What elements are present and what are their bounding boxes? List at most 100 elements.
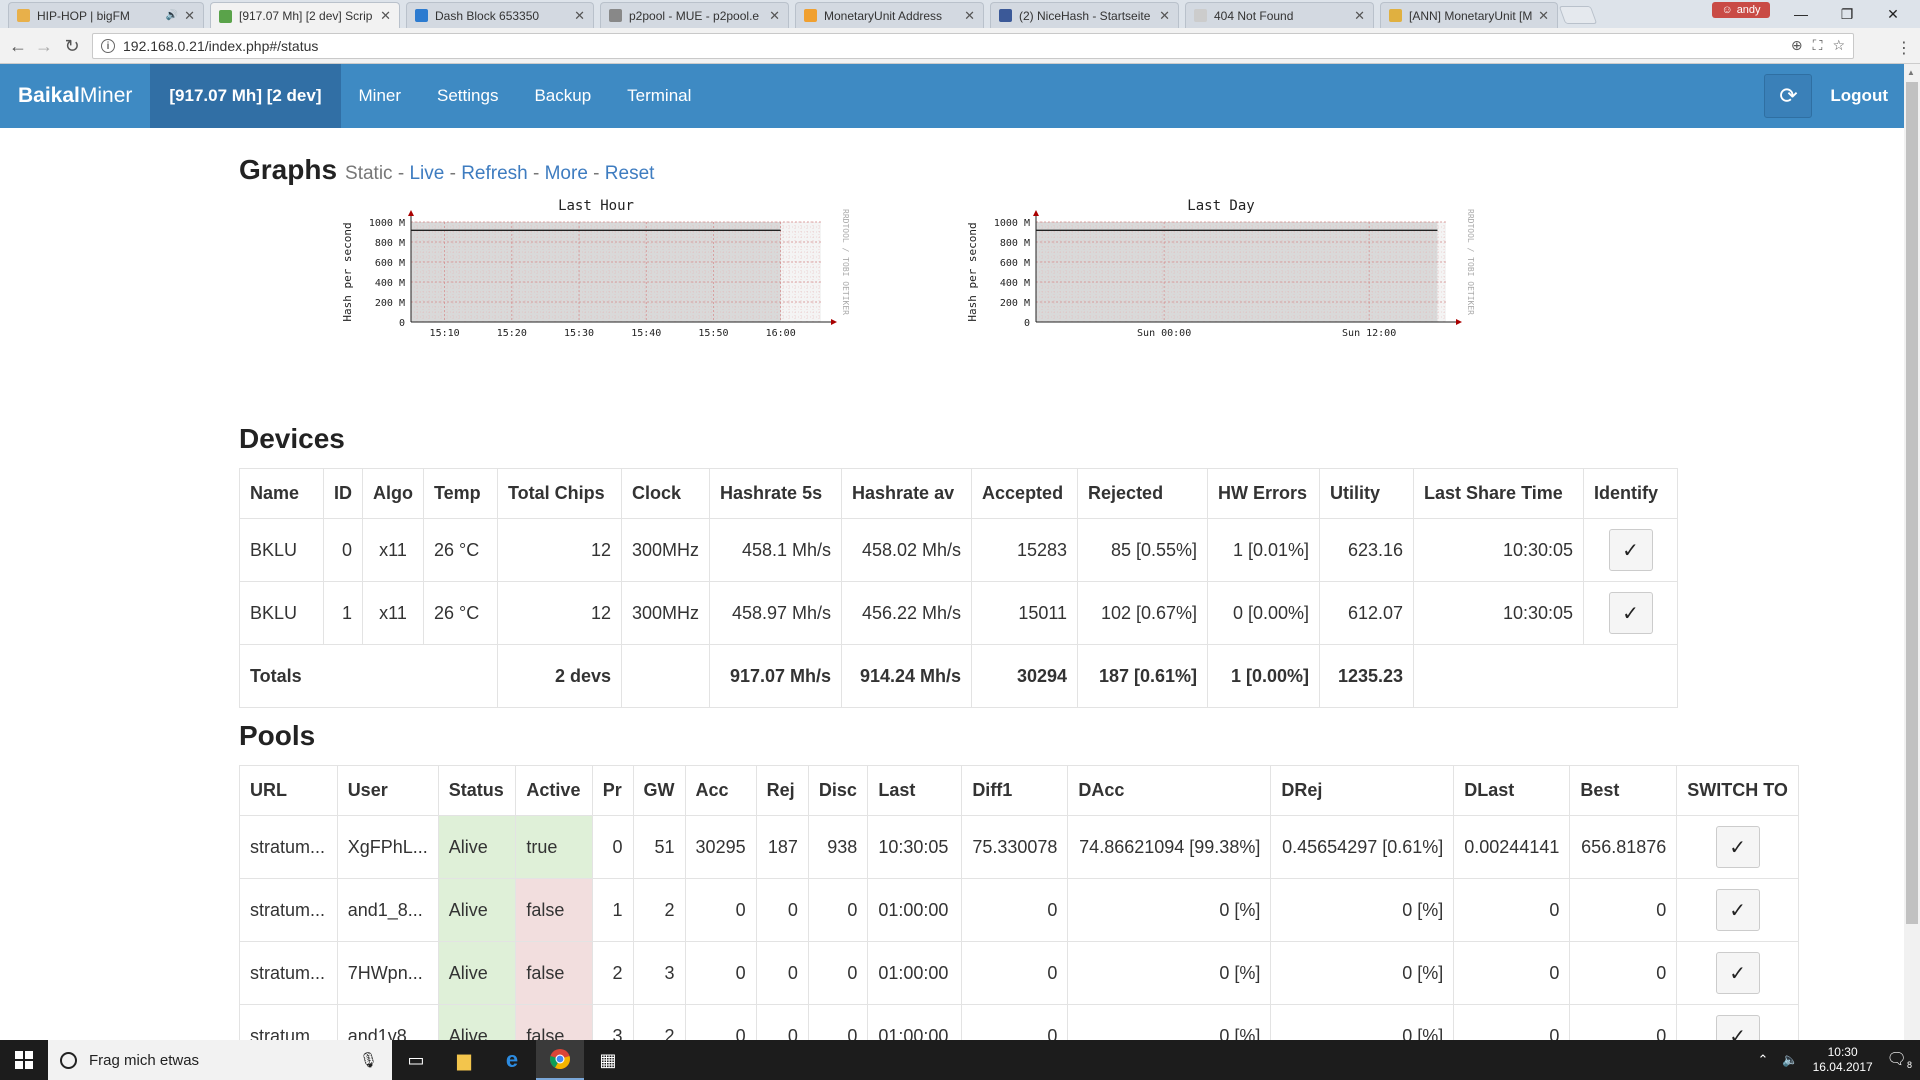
- nav-status[interactable]: [917.07 Mh] [2 dev]: [150, 64, 341, 128]
- pools-header-cell[interactable]: Best: [1569, 765, 1678, 816]
- edge-browser-icon[interactable]: e: [488, 1040, 536, 1080]
- devices-header-cell[interactable]: ID: [323, 468, 363, 519]
- pools-header-cell[interactable]: Pr: [591, 765, 634, 816]
- graph-link-reset[interactable]: Reset: [605, 163, 655, 184]
- task-view-icon[interactable]: ▭: [392, 1040, 440, 1080]
- tab-close-icon[interactable]: ✕: [1538, 8, 1549, 24]
- scrollbar-thumb[interactable]: [1906, 82, 1918, 924]
- translate-icon[interactable]: ⛶: [1813, 37, 1823, 54]
- pools-header-cell[interactable]: Disc: [807, 765, 869, 816]
- page-scrollbar[interactable]: ▲: [1904, 64, 1920, 1040]
- browser-tab[interactable]: MonetaryUnit Address ✕: [795, 2, 984, 28]
- pools-header-cell[interactable]: Last: [867, 765, 963, 816]
- devices-header-cell[interactable]: Identify: [1583, 468, 1679, 519]
- devices-header-cell[interactable]: Hashrate av: [841, 468, 973, 519]
- maximize-icon[interactable]: ❐: [1824, 0, 1870, 28]
- cortana-search-input[interactable]: Frag mich etwas 🎙: [48, 1040, 392, 1080]
- browser-menu-icon[interactable]: ⋮: [1896, 38, 1912, 58]
- reload-icon[interactable]: ↻: [60, 34, 84, 58]
- zoom-icon[interactable]: ⊕: [1791, 37, 1803, 54]
- devices-header-cell[interactable]: Accepted: [971, 468, 1079, 519]
- pools-header-cell[interactable]: SWITCH TO: [1676, 765, 1799, 816]
- devices-header-cell[interactable]: HW Errors: [1207, 468, 1321, 519]
- clock[interactable]: 10:30 16.04.2017: [1813, 1045, 1873, 1075]
- nav-backup[interactable]: Backup: [516, 64, 609, 128]
- chrome-browser-icon[interactable]: [536, 1040, 584, 1080]
- pools-header-cell[interactable]: Acc: [684, 765, 757, 816]
- graph-link-more[interactable]: More: [545, 163, 588, 184]
- nav-settings[interactable]: Settings: [419, 64, 516, 128]
- pools-header-cell[interactable]: Diff1: [961, 765, 1069, 816]
- back-icon[interactable]: ←: [6, 34, 30, 58]
- device-cell: 10:30:05: [1413, 581, 1585, 645]
- site-info-icon[interactable]: i: [101, 39, 115, 53]
- switch-pool-button[interactable]: ✓: [1715, 889, 1760, 931]
- nav-terminal[interactable]: Terminal: [609, 64, 709, 128]
- devices-header-cell[interactable]: Temp: [423, 468, 498, 519]
- x-tick-label: 15:40: [631, 328, 661, 339]
- pools-header-cell[interactable]: URL: [239, 765, 338, 816]
- pools-header-cell[interactable]: Status: [437, 765, 517, 816]
- pools-header-cell[interactable]: DAcc: [1067, 765, 1272, 816]
- devices-header-cell[interactable]: Name: [239, 468, 324, 519]
- address-input[interactable]: i 192.168.0.21/index.php#/status ⊕ ⛶ ☆: [92, 33, 1854, 59]
- tab-close-icon[interactable]: ✕: [184, 8, 195, 24]
- devices-header-cell[interactable]: Total Chips: [497, 468, 622, 519]
- browser-tab[interactable]: p2pool - MUE - p2pool.e ✕: [600, 2, 789, 28]
- tab-close-icon[interactable]: ✕: [964, 8, 975, 24]
- profile-badge[interactable]: ☺ andy: [1712, 2, 1770, 18]
- pools-header-cell[interactable]: Rej: [755, 765, 809, 816]
- pools-header-cell[interactable]: DLast: [1453, 765, 1571, 816]
- browser-tab[interactable]: (2) NiceHash - Startseite ✕: [990, 2, 1179, 28]
- devices-header-cell[interactable]: Algo: [362, 468, 424, 519]
- minimize-icon[interactable]: —: [1778, 0, 1824, 28]
- bookmark-star-icon[interactable]: ☆: [1832, 37, 1845, 54]
- identify-button[interactable]: ✓: [1608, 592, 1653, 634]
- pools-header-cell[interactable]: User: [336, 765, 439, 816]
- devices-header-cell[interactable]: Utility: [1319, 468, 1415, 519]
- switch-pool-button[interactable]: ✓: [1715, 826, 1760, 868]
- devices-header-cell[interactable]: Last Share Time: [1413, 468, 1585, 519]
- tab-favicon-icon: [804, 9, 817, 22]
- devices-header-cell[interactable]: Rejected: [1077, 468, 1209, 519]
- refresh-button[interactable]: ⟳: [1764, 74, 1813, 118]
- tab-close-icon[interactable]: ✕: [769, 8, 780, 24]
- scroll-up-icon[interactable]: ▲: [1907, 68, 1915, 77]
- volume-icon[interactable]: 🔈: [1782, 1052, 1798, 1068]
- brand-logo[interactable]: Baikal Miner: [0, 64, 150, 128]
- close-window-icon[interactable]: ✕: [1870, 0, 1916, 28]
- logout-button[interactable]: Logout: [1824, 64, 1904, 128]
- browser-tab[interactable]: Dash Block 653350 ✕: [406, 2, 594, 28]
- file-explorer-icon[interactable]: ▆: [440, 1040, 488, 1080]
- graph-link-refresh[interactable]: Refresh: [461, 163, 528, 184]
- chart-title: Last Hour: [558, 198, 634, 214]
- action-center-icon[interactable]: 🗨8: [1887, 1049, 1912, 1070]
- pools-header-cell[interactable]: DRej: [1270, 765, 1455, 816]
- identify-button[interactable]: ✓: [1608, 529, 1653, 571]
- browser-tab[interactable]: HIP-HOP | bigFM 🔊 ✕: [8, 2, 204, 28]
- tab-audio-icon[interactable]: 🔊: [166, 10, 178, 21]
- new-tab-button[interactable]: [1558, 6, 1598, 24]
- calculator-icon[interactable]: ▦: [584, 1040, 632, 1080]
- tray-chevron-icon[interactable]: ⌃: [1758, 1052, 1769, 1068]
- forward-icon[interactable]: →: [32, 34, 56, 58]
- browser-tab[interactable]: 404 Not Found ✕: [1185, 2, 1374, 28]
- tab-close-icon[interactable]: ✕: [1159, 8, 1170, 24]
- pools-header-cell[interactable]: Active: [515, 765, 593, 816]
- devices-header-cell[interactable]: Clock: [620, 468, 711, 519]
- windows-start-icon[interactable]: [0, 1040, 48, 1080]
- browser-tab[interactable]: [917.07 Mh] [2 dev] Scrip ✕: [210, 2, 400, 29]
- totals-hr5s: 917.07 Mh/s: [709, 644, 843, 708]
- tab-close-icon[interactable]: ✕: [1354, 8, 1365, 24]
- nav-miner[interactable]: Miner: [341, 64, 420, 128]
- tab-close-icon[interactable]: ✕: [574, 8, 585, 24]
- microphone-icon[interactable]: 🎙: [359, 1051, 378, 1069]
- pools-header-cell[interactable]: GW: [632, 765, 686, 816]
- graph-link-live[interactable]: Live: [409, 163, 444, 184]
- browser-tab[interactable]: [ANN] MonetaryUnit [MU ✕: [1380, 2, 1558, 28]
- totals-accepted: 30294: [971, 644, 1079, 708]
- tab-close-icon[interactable]: ✕: [380, 8, 391, 24]
- switch-pool-button[interactable]: ✓: [1715, 952, 1760, 994]
- devices-header-cell[interactable]: Hashrate 5s: [709, 468, 843, 519]
- y-tick-label: 800 M: [1000, 238, 1030, 249]
